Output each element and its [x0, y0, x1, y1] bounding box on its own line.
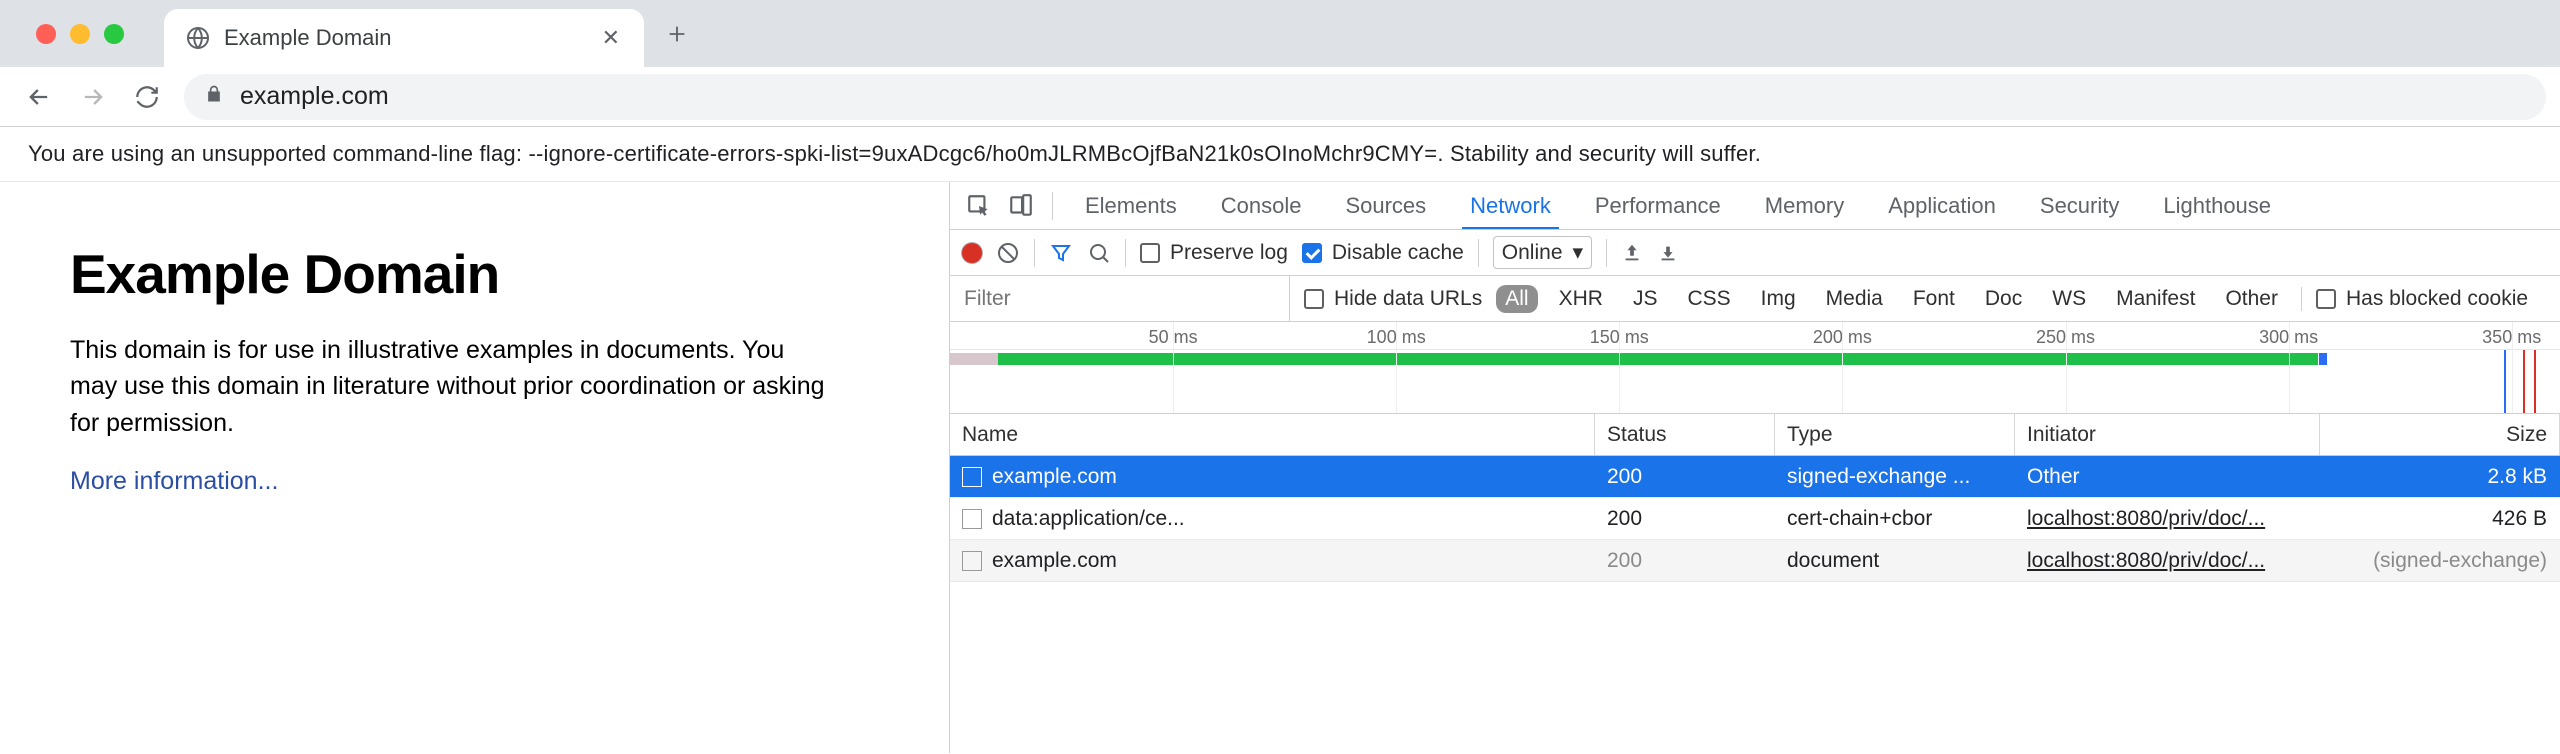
warning-bar: You are using an unsupported command-lin… — [0, 127, 2560, 182]
type-filter-js[interactable]: JS — [1624, 285, 1667, 313]
cell-size: 426 B — [2320, 498, 2560, 539]
type-filter-media[interactable]: Media — [1817, 285, 1892, 313]
col-type[interactable]: Type — [1775, 414, 2015, 455]
lock-icon — [204, 84, 224, 110]
hide-data-urls-checkbox[interactable]: Hide data URLs — [1304, 287, 1482, 311]
cell-type: document — [1775, 540, 2015, 581]
type-filter-other[interactable]: Other — [2216, 285, 2287, 313]
page-content: Example Domain This domain is for use in… — [0, 182, 950, 753]
cell-type: signed-exchange ... — [1775, 456, 2015, 497]
type-filter-manifest[interactable]: Manifest — [2107, 285, 2204, 313]
file-icon — [962, 509, 982, 529]
devtools-tab-sources[interactable]: Sources — [1323, 182, 1448, 229]
reload-button[interactable] — [122, 72, 172, 122]
cell-status: 200 — [1595, 498, 1775, 539]
cell-name: example.com — [992, 465, 1117, 489]
devtools-tab-console[interactable]: Console — [1199, 182, 1324, 229]
filter-input[interactable] — [964, 287, 1275, 311]
forward-button[interactable] — [68, 72, 118, 122]
type-filter-font[interactable]: Font — [1904, 285, 1964, 313]
devtools-tab-network[interactable]: Network — [1448, 182, 1573, 229]
has-blocked-label: Has blocked cookie — [2346, 287, 2528, 311]
devtools-tab-performance[interactable]: Performance — [1573, 182, 1743, 229]
col-size[interactable]: Size — [2320, 414, 2560, 455]
download-har-icon[interactable] — [1657, 242, 1679, 264]
close-window-button[interactable] — [36, 24, 56, 44]
window-controls — [36, 24, 124, 44]
cell-type: cert-chain+cbor — [1775, 498, 2015, 539]
cell-initiator: localhost:8080/priv/doc/... — [2015, 540, 2320, 581]
file-icon — [962, 551, 982, 571]
table-header: Name Status Type Initiator Size — [950, 414, 2560, 456]
content-split: Example Domain This domain is for use in… — [0, 182, 2560, 753]
table-row[interactable]: example.com 200documentlocalhost:8080/pri… — [950, 540, 2560, 582]
url-text: example.com — [240, 82, 389, 111]
devtools-panel: ElementsConsoleSourcesNetworkPerformance… — [950, 182, 2560, 753]
has-blocked-cookies-checkbox[interactable]: Has blocked cookie — [2316, 287, 2528, 311]
filter-icon[interactable] — [1049, 241, 1073, 265]
type-filter-xhr[interactable]: XHR — [1550, 285, 1612, 313]
disable-cache-checkbox[interactable]: Disable cache — [1302, 241, 1464, 265]
col-name[interactable]: Name — [950, 414, 1595, 455]
record-button[interactable] — [962, 243, 982, 263]
browser-toolbar: example.com — [0, 67, 2560, 127]
throttling-value: Online — [1502, 241, 1563, 265]
maximize-window-button[interactable] — [104, 24, 124, 44]
filter-input-box[interactable] — [950, 276, 1290, 321]
devtools-tab-security[interactable]: Security — [2018, 182, 2141, 229]
inspect-element-icon[interactable] — [958, 185, 1000, 227]
network-toolbar: Preserve log Disable cache Online ▾ — [950, 230, 2560, 276]
tab-title: Example Domain — [224, 25, 584, 51]
minimize-window-button[interactable] — [70, 24, 90, 44]
type-filter-img[interactable]: Img — [1752, 285, 1805, 313]
table-row[interactable]: example.com 200signed-exchange ...Other2.… — [950, 456, 2560, 498]
upload-har-icon[interactable] — [1621, 242, 1643, 264]
network-timeline[interactable]: 50 ms100 ms150 ms200 ms250 ms300 ms350 m… — [950, 322, 2560, 414]
cell-status: 200 — [1595, 456, 1775, 497]
chevron-down-icon: ▾ — [1573, 240, 1584, 265]
throttling-select[interactable]: Online ▾ — [1493, 236, 1592, 269]
more-information-link[interactable]: More information... — [70, 467, 278, 495]
preserve-log-label: Preserve log — [1170, 241, 1288, 265]
new-tab-button[interactable] — [654, 11, 700, 57]
clear-button[interactable] — [996, 241, 1020, 265]
cell-size: 2.8 kB — [2320, 456, 2560, 497]
devtools-tab-application[interactable]: Application — [1866, 182, 2018, 229]
preserve-log-checkbox[interactable]: Preserve log — [1140, 241, 1288, 265]
type-filter-css[interactable]: CSS — [1678, 285, 1739, 313]
search-icon[interactable] — [1087, 241, 1111, 265]
type-filter-doc[interactable]: Doc — [1976, 285, 2031, 313]
devtools-tabbar: ElementsConsoleSourcesNetworkPerformance… — [950, 182, 2560, 230]
back-button[interactable] — [14, 72, 64, 122]
address-bar[interactable]: example.com — [184, 74, 2546, 120]
globe-icon — [186, 26, 210, 50]
filter-bar: Hide data URLs All XHR JS CSS Img Media Font Do… — [950, 276, 2560, 322]
cell-initiator: localhost:8080/priv/doc/... — [2015, 498, 2320, 539]
cell-status: 200 — [1595, 540, 1775, 581]
cell-name: data:application/ce... — [992, 507, 1185, 531]
devtools-tab-memory[interactable]: Memory — [1743, 182, 1866, 229]
cell-size: (signed-exchange) — [2320, 540, 2560, 581]
page-heading: Example Domain — [70, 242, 889, 306]
active-tab[interactable]: Example Domain ✕ — [164, 9, 644, 67]
col-initiator[interactable]: Initiator — [2015, 414, 2320, 455]
network-table: Name Status Type Initiator Size example.… — [950, 414, 2560, 753]
col-status[interactable]: Status — [1595, 414, 1775, 455]
cell-name: example.com — [992, 549, 1117, 573]
devtools-tab-lighthouse[interactable]: Lighthouse — [2141, 182, 2293, 229]
devtools-tab-elements[interactable]: Elements — [1063, 182, 1199, 229]
device-toolbar-icon[interactable] — [1000, 185, 1042, 227]
table-row[interactable]: data:application/ce... 200cert-chain+cbor… — [950, 498, 2560, 540]
browser-tab-strip: Example Domain ✕ — [0, 0, 2560, 67]
disable-cache-label: Disable cache — [1332, 241, 1464, 265]
page-paragraph: This domain is for use in illustrative e… — [70, 332, 830, 441]
type-filter-ws[interactable]: WS — [2043, 285, 2095, 313]
close-tab-button[interactable]: ✕ — [598, 21, 624, 55]
type-filter-all[interactable]: All — [1496, 285, 1537, 313]
hide-data-urls-label: Hide data URLs — [1334, 287, 1482, 311]
cell-initiator: Other — [2015, 456, 2320, 497]
file-icon — [962, 467, 982, 487]
